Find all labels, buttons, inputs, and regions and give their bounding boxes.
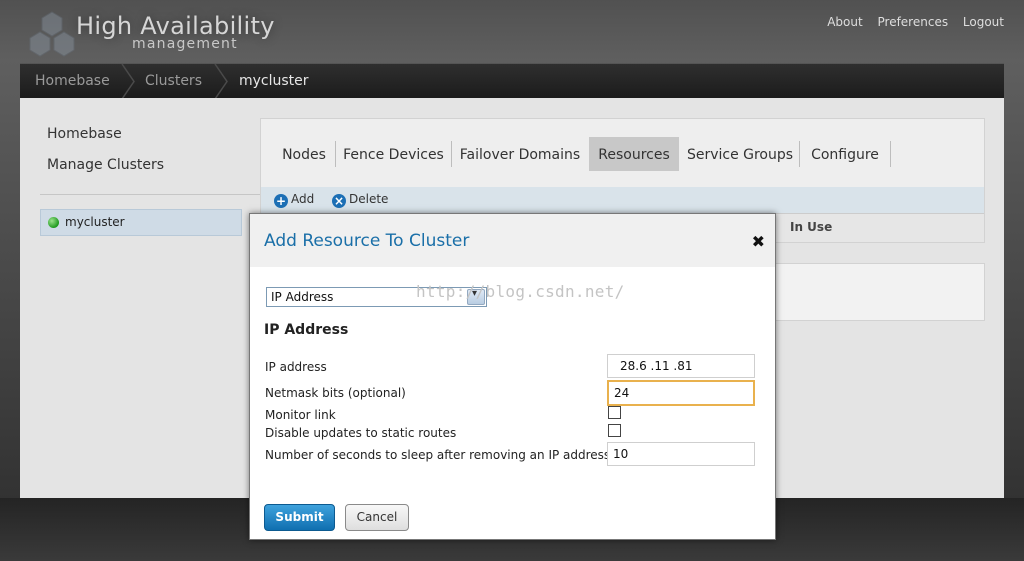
sidebar-item-mycluster[interactable]: mycluster: [40, 209, 242, 236]
app-subtitle: management: [132, 36, 238, 52]
netmask-value: 24: [614, 386, 630, 400]
monitor-link-label: Monitor link: [265, 408, 336, 422]
cluster-name: mycluster: [65, 215, 125, 229]
monitor-link-checkbox[interactable]: [608, 406, 621, 419]
app-logo: High Availability management: [28, 8, 278, 60]
add-label: Add: [291, 192, 315, 206]
sidebar-item-manage-clusters[interactable]: Manage Clusters: [47, 157, 164, 173]
add-icon: +: [274, 194, 288, 208]
cancel-button[interactable]: Cancel: [345, 504, 409, 531]
submit-button[interactable]: Submit: [264, 504, 335, 531]
breadcrumb-mycluster: mycluster: [239, 73, 309, 89]
sleep-seconds-value: 10: [613, 447, 629, 461]
add-resource-dialog: Add Resource To Cluster ✖ IP Address ▾ h…: [249, 213, 776, 540]
delete-button[interactable]: × Delete: [332, 192, 388, 208]
tab-fence-devices[interactable]: Fence Devices: [336, 137, 451, 171]
sleep-seconds-field[interactable]: 10: [607, 442, 755, 466]
delete-label: Delete: [349, 192, 389, 206]
watermark: http://blog.csdn.net/: [416, 282, 625, 301]
tab-divider: [890, 141, 891, 167]
breadcrumb: Homebase Clusters mycluster: [20, 63, 1004, 99]
chevron-right-icon: [214, 64, 228, 99]
disable-updates-checkbox[interactable]: [608, 424, 621, 437]
sleep-seconds-label: Number of seconds to sleep after removin…: [265, 448, 611, 462]
top-links: About Preferences Logout: [816, 15, 1004, 29]
status-ok-icon: [48, 217, 59, 228]
resource-type-value: IP Address: [271, 290, 334, 304]
dialog-title: Add Resource To Cluster: [264, 231, 470, 251]
about-link[interactable]: About: [827, 15, 862, 29]
tab-service-groups[interactable]: Service Groups: [681, 137, 799, 171]
ip-address-label: IP address: [265, 360, 327, 374]
logout-link[interactable]: Logout: [963, 15, 1004, 29]
breadcrumb-homebase[interactable]: Homebase: [35, 73, 110, 89]
column-header-in-use: In Use: [790, 220, 833, 234]
disable-updates-label: Disable updates to static routes: [265, 426, 457, 440]
close-icon[interactable]: ✖: [752, 232, 765, 251]
netmask-field[interactable]: 24: [607, 380, 755, 406]
netmask-label: Netmask bits (optional): [265, 386, 406, 400]
chevron-right-icon: [121, 64, 135, 99]
tab-configure[interactable]: Configure: [800, 137, 890, 171]
add-button[interactable]: + Add: [274, 192, 314, 208]
tab-failover-domains[interactable]: Failover Domains: [452, 137, 588, 171]
tab-nodes[interactable]: Nodes: [273, 137, 335, 171]
sidebar-divider: [40, 194, 260, 195]
dialog-header: Add Resource To Cluster ✖: [250, 214, 775, 267]
hexagon-logo-icon: [29, 11, 75, 57]
ip-address-field[interactable]: 28.6 .11 .81: [607, 354, 755, 378]
section-title: IP Address: [264, 322, 349, 338]
action-bar: + Add × Delete: [261, 187, 984, 213]
breadcrumb-clusters[interactable]: Clusters: [145, 73, 202, 89]
sidebar-item-homebase[interactable]: Homebase: [47, 126, 122, 142]
tab-resources[interactable]: Resources: [589, 137, 679, 171]
preferences-link[interactable]: Preferences: [878, 15, 949, 29]
ip-address-value: 28.6 .11 .81: [620, 359, 693, 373]
delete-icon: ×: [332, 194, 346, 208]
